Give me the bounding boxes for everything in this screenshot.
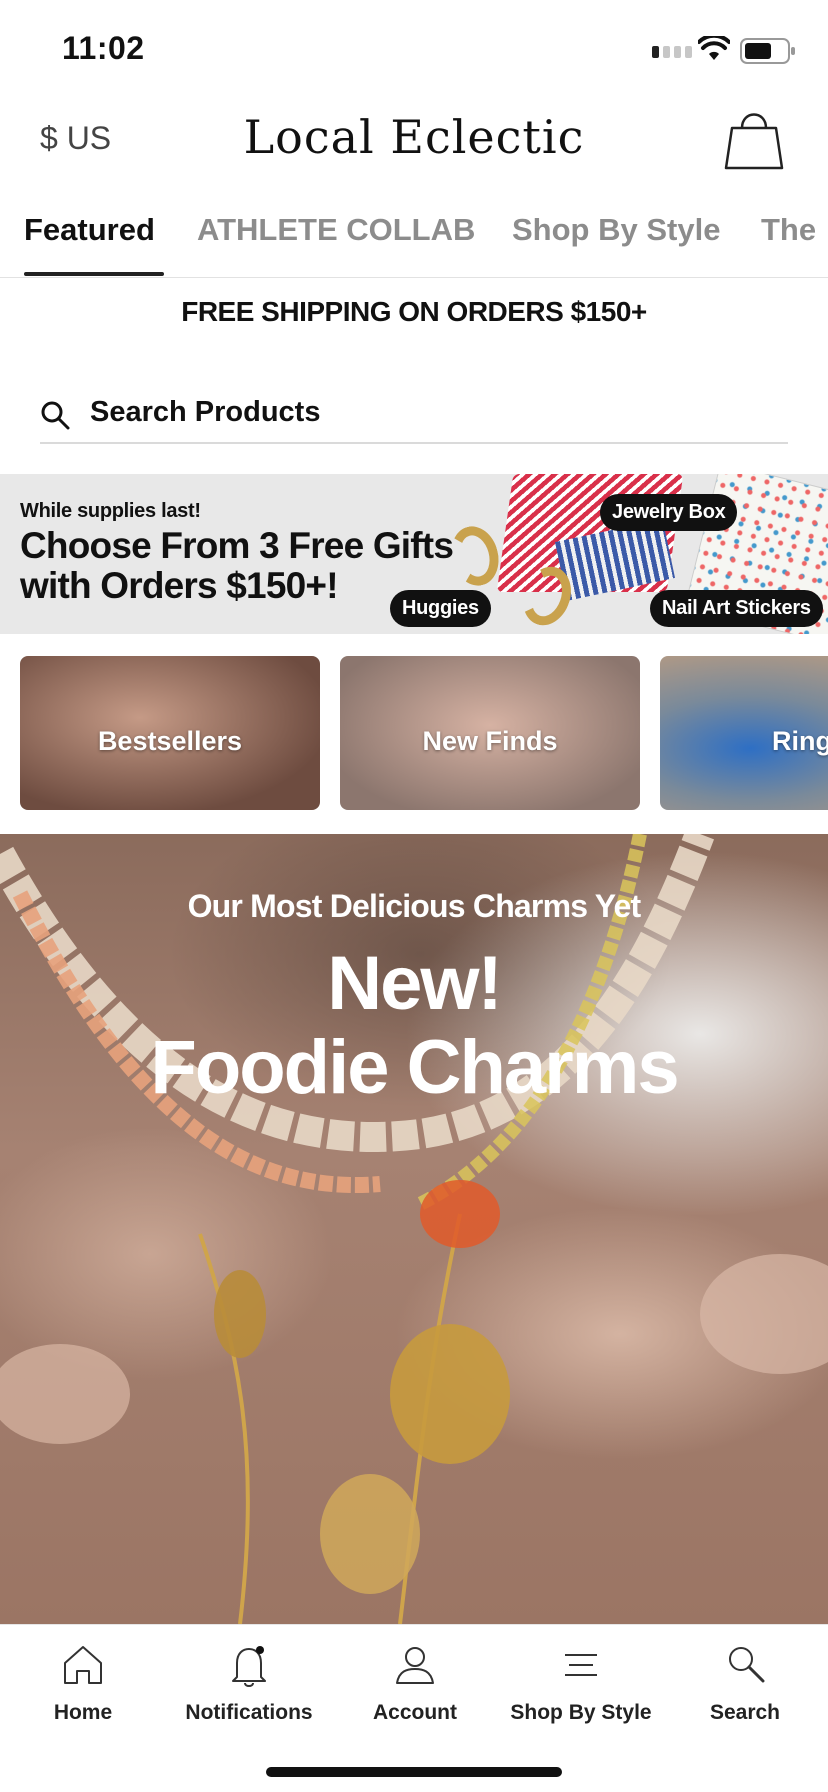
- category-tabs: Featured ATHLETE COLLAB Shop By Style Th…: [0, 200, 828, 278]
- category-card-bestsellers[interactable]: Bestsellers: [20, 656, 320, 810]
- category-label: Bestsellers: [97, 726, 243, 756]
- user-icon: [396, 1647, 434, 1684]
- nav-label-search: Search: [709, 1701, 781, 1724]
- nav-shop-by-style[interactable]: Shop By Style: [498, 1641, 664, 1725]
- shipping-announcement: FREE SHIPPING ON ORDERS $150+: [181, 296, 647, 327]
- gift-badge-nail-art-stickers: Nail Art Stickers: [650, 590, 823, 627]
- tab-the[interactable]: The: [761, 212, 816, 248]
- nav-label-shop-by-style: Shop By Style: [510, 1701, 652, 1724]
- tab-shop-by-style[interactable]: Shop By Style: [512, 212, 720, 248]
- menu-lines-icon: [565, 1654, 597, 1676]
- status-time: 11:02: [62, 30, 145, 66]
- battery-icon: [740, 38, 795, 64]
- tab-featured[interactable]: Featured: [24, 212, 155, 248]
- cellular-signal-icon: [652, 46, 692, 58]
- brand-logo[interactable]: Local Eclectic: [0, 110, 828, 164]
- category-carousel: Bestsellers New Finds Ring: [20, 656, 828, 810]
- home-indicator[interactable]: [266, 1767, 562, 1777]
- wifi-icon: [698, 36, 730, 60]
- gift-badge-huggies: Huggies: [390, 590, 491, 627]
- gift-badge-jewelry-box: Jewelry Box: [600, 494, 738, 531]
- category-card-rings[interactable]: Ring: [660, 656, 828, 810]
- home-icon: [64, 1646, 102, 1684]
- category-card-new-finds[interactable]: New Finds: [340, 656, 640, 810]
- nav-label-account: Account: [373, 1701, 457, 1724]
- bell-icon: [232, 1646, 266, 1687]
- nav-home[interactable]: Home: [0, 1641, 166, 1725]
- active-tab-indicator: [24, 272, 164, 276]
- search-products-label: Search Products: [90, 396, 321, 428]
- promo-eyebrow: While supplies last!: [20, 500, 201, 522]
- category-label: New Finds: [422, 726, 558, 756]
- tab-athlete-collab[interactable]: ATHLETE COLLAB: [197, 212, 475, 248]
- category-label: Ring: [772, 726, 828, 756]
- nav-notifications[interactable]: Notifications: [166, 1641, 332, 1725]
- search-icon: [41, 401, 70, 430]
- bottom-navigation: Home Notifications Account Shop By Style…: [0, 1624, 828, 1792]
- hero-title-line-2: Foodie Charms: [150, 1025, 679, 1110]
- hero-title: New! Foodie Charms: [0, 942, 828, 1110]
- hero-title-line-1: New!: [327, 941, 503, 1026]
- search-products-field[interactable]: Search Products: [40, 392, 788, 444]
- search-icon: [729, 1647, 765, 1683]
- app-header: $ US Local Eclectic: [0, 92, 828, 192]
- hero-subtitle: Our Most Delicious Charms Yet: [187, 888, 642, 924]
- nav-label-home: Home: [53, 1701, 113, 1724]
- nav-label-notifications: Notifications: [185, 1701, 313, 1724]
- shopping-bag-icon[interactable]: [722, 106, 786, 172]
- promo-title: Choose From 3 Free Gifts with Orders $15…: [20, 525, 454, 606]
- nav-search[interactable]: Search: [662, 1641, 828, 1725]
- hero-banner-foodie-charms[interactable]: Our Most Delicious Charms Yet New! Foodi…: [0, 834, 828, 1624]
- free-gifts-promo-banner[interactable]: While supplies last! Choose From 3 Free …: [0, 474, 828, 634]
- status-bar: 11:02: [0, 0, 828, 92]
- nav-account[interactable]: Account: [332, 1641, 498, 1725]
